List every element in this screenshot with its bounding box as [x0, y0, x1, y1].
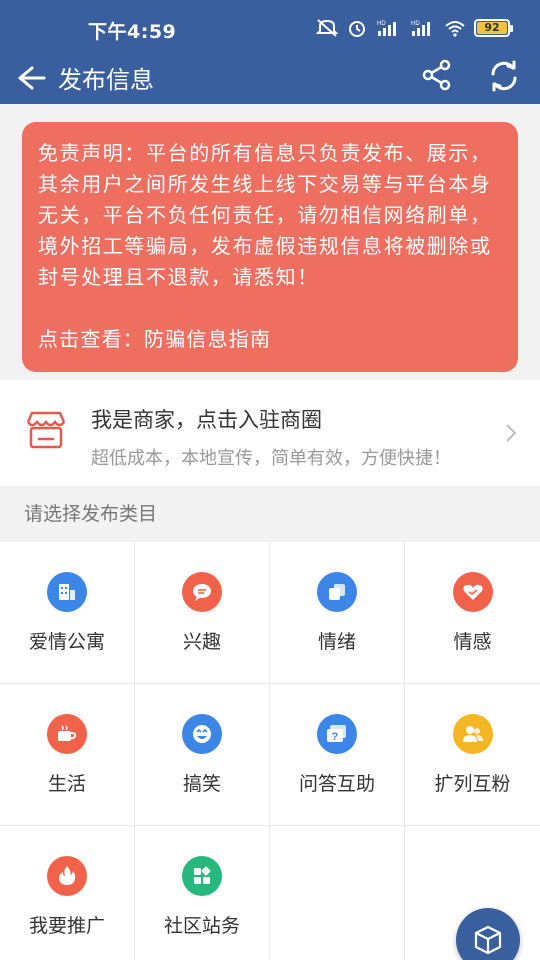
- category-label: 爱情公寓: [28, 631, 105, 653]
- fire-icon: [47, 856, 87, 896]
- category-mood[interactable]: 情绪: [270, 542, 405, 684]
- merchant-subtitle: 超低成本，本地宣传，简单有效，方便快捷！: [91, 448, 451, 469]
- top-bar: 下午4:59 HD HD 92 发布信息: [0, 0, 540, 104]
- category-promote[interactable]: 我要推广: [0, 826, 135, 960]
- category-community[interactable]: 社区站务: [135, 826, 270, 960]
- category-interest[interactable]: 兴趣: [135, 542, 270, 684]
- mute-icon: [316, 19, 338, 37]
- category-label: 搞笑: [182, 773, 221, 795]
- status-bar: 下午4:59 HD HD 92: [0, 0, 540, 56]
- refresh-icon[interactable]: [486, 58, 522, 94]
- category-apartment[interactable]: 爱情公寓: [0, 542, 135, 684]
- category-label: 生活: [47, 773, 86, 795]
- category-funny[interactable]: 搞笑: [135, 684, 270, 826]
- status-time: 下午4:59: [88, 21, 177, 43]
- category-grid: 爱情公寓 兴趣 情绪 情感 生活 搞笑 ? 问答互助 扩列互粉 我要推广 社区站…: [0, 542, 540, 960]
- category-label: 问答互助: [298, 773, 375, 795]
- anti-fraud-guide-link[interactable]: 点击查看：防骗信息指南: [38, 324, 502, 355]
- category-follow[interactable]: 扩列互粉: [405, 684, 540, 826]
- category-label: 兴趣: [182, 631, 221, 653]
- disclaimer-card: 免责声明：平台的所有信息只负责发布、展示，其余用户之间所发生线上线下交易等与平台…: [22, 122, 518, 372]
- merchant-entry[interactable]: 我是商家，点击入驻商圈 超低成本，本地宣传，简单有效，方便快捷！: [0, 380, 540, 486]
- category-label: 社区站务: [163, 915, 240, 937]
- laugh-face-icon: [182, 714, 222, 754]
- battery-level: 92: [477, 22, 507, 34]
- merchant-title: 我是商家，点击入驻商圈: [91, 408, 322, 432]
- back-arrow-icon[interactable]: [12, 60, 48, 96]
- disclaimer-text: 免责声明：平台的所有信息只负责发布、展示，其余用户之间所发生线上线下交易等与平台…: [38, 141, 492, 289]
- cube-icon: [474, 925, 502, 955]
- category-emotion[interactable]: 情感: [405, 542, 540, 684]
- coffee-cup-icon: [47, 714, 87, 754]
- category-qa[interactable]: ? 问答互助: [270, 684, 405, 826]
- svg-text:HD: HD: [411, 21, 420, 27]
- disclaimer-spacer: [38, 293, 502, 324]
- dashboard-icon: [182, 856, 222, 896]
- header: 发布信息: [0, 56, 540, 104]
- page-title: 发布信息: [58, 66, 154, 94]
- heart-handshake-icon: [452, 572, 493, 612]
- share-icon[interactable]: [420, 58, 454, 92]
- alarm-icon: [349, 21, 365, 37]
- category-label: 情绪: [317, 631, 356, 653]
- users-icon: [452, 714, 493, 754]
- category-label: 扩列互粉: [434, 773, 511, 795]
- grid-empty-cell: [270, 826, 405, 960]
- chevron-right-icon: [506, 424, 517, 442]
- apartment-icon: [47, 572, 87, 612]
- category-label: 情感: [453, 631, 492, 653]
- hd-signal-icon: HD: [377, 21, 396, 36]
- hd-signal-icon: HD: [411, 21, 430, 36]
- svg-text:HD: HD: [377, 21, 386, 27]
- question-icon: ?: [317, 714, 357, 754]
- cards-icon: [317, 572, 357, 612]
- svg-text:?: ?: [332, 731, 339, 743]
- disclaimer-wrap: 免责声明：平台的所有信息只负责发布、展示，其余用户之间所发生线上线下交易等与平台…: [0, 104, 540, 380]
- chat-bubble-icon: [182, 572, 222, 612]
- status-icons: HD HD 92: [316, 18, 513, 38]
- storefront-icon: [26, 411, 66, 449]
- wifi-icon: [445, 21, 465, 37]
- category-life[interactable]: 生活: [0, 684, 135, 826]
- category-label: 我要推广: [28, 915, 105, 937]
- section-label: 请选择发布类目: [24, 503, 158, 525]
- battery-icon: 92: [474, 19, 513, 37]
